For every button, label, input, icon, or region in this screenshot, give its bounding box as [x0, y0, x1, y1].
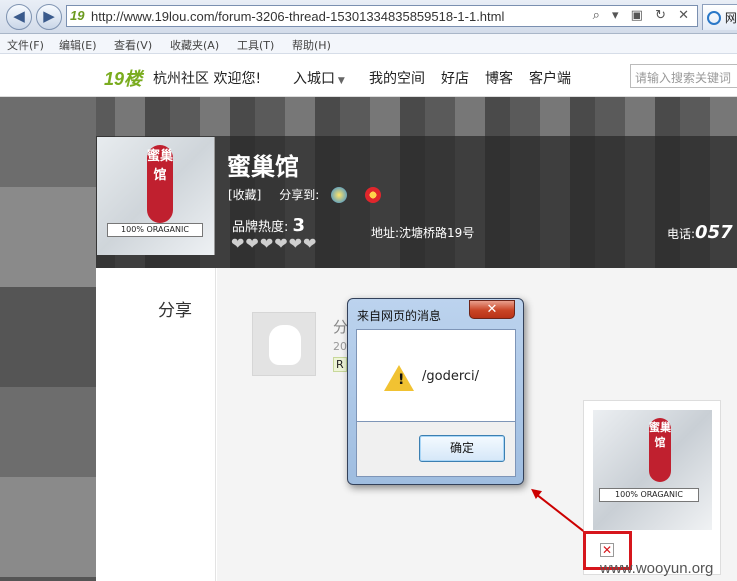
enter-city-label: 入城口: [293, 71, 335, 87]
alert-dialog: 来自网页的消息 ✕ ! /goderci/ 确定: [347, 298, 524, 485]
site-nav: 19楼 杭州社区 欢迎您! 入城口 ▼ 我的空间 好店 博客 客户端 请输入搜索…: [0, 55, 737, 97]
browser-tab[interactable]: 网: [702, 4, 737, 30]
site-search-input[interactable]: 请输入搜索关键词: [630, 64, 737, 88]
menu-tools[interactable]: 工具(T): [237, 37, 274, 53]
close-button[interactable]: ✕: [469, 300, 515, 319]
nav-client[interactable]: 客户端: [529, 68, 571, 88]
default-avatar-icon: [269, 325, 301, 365]
welcome-text: 杭州社区 欢迎您!: [153, 71, 262, 87]
site-favicon-icon: 19: [70, 8, 85, 23]
shop-photo[interactable]: 蜜巢馆 100% ORAGANIC: [593, 410, 712, 530]
url-text[interactable]: http://www.19lou.com/forum-3206-thread-1…: [91, 9, 504, 24]
nav-my-space[interactable]: 我的空间: [369, 68, 425, 88]
post-title[interactable]: 分: [333, 316, 348, 337]
dialog-title: 来自网页的消息: [357, 309, 442, 323]
tab-title: 网: [724, 11, 737, 25]
brand-heat: 品牌热度: 3: [232, 215, 305, 236]
address-bar: ◀ ▶ 19 http://www.19lou.com/forum-3206-t…: [0, 0, 737, 34]
heat-label: 品牌热度:: [232, 220, 289, 235]
ie-icon: [707, 11, 721, 25]
url-action-icons[interactable]: ⌕ ▾ ▣ ↻ ✕: [593, 8, 693, 23]
forward-arrow-icon[interactable]: ▶: [36, 4, 62, 30]
shop-logo-band: 100% ORAGANIC: [107, 223, 203, 237]
favorite-link[interactable]: [收藏]: [228, 188, 261, 202]
share-column: [96, 268, 216, 581]
photo-seal: 蜜巢馆: [649, 418, 671, 482]
qzone-share-icon[interactable]: [331, 187, 348, 203]
url-input[interactable]: 19 http://www.19lou.com/forum-3206-threa…: [66, 5, 698, 27]
site-logo[interactable]: 19楼: [104, 65, 142, 91]
share-to-label: 分享到:: [279, 188, 320, 202]
dialog-footer: 确定: [356, 422, 516, 477]
nav-good-shops[interactable]: 好店: [441, 68, 469, 88]
warning-mark: !: [398, 372, 405, 388]
banner-left-strip: [0, 97, 96, 581]
heat-value: 3: [292, 215, 306, 236]
post-tag: R: [333, 357, 347, 372]
dialog-body: ! /goderci/: [356, 329, 516, 422]
avatar[interactable]: [252, 312, 316, 376]
nav-blog[interactable]: 博客: [485, 68, 513, 88]
section-title: 分享: [158, 301, 192, 321]
back-arrow-icon[interactable]: ◀: [6, 4, 32, 30]
dialog-message: /goderci/: [422, 369, 480, 384]
menu-edit[interactable]: 编辑(E): [59, 37, 97, 53]
phone-label: 电话:: [667, 227, 696, 241]
broken-image-icon: ✕: [600, 543, 614, 557]
weibo-share-icon[interactable]: [364, 187, 381, 203]
chevron-down-icon: ▼: [335, 76, 345, 86]
heart-rating-icon: ❤❤❤❤❤❤: [231, 234, 318, 253]
ok-button[interactable]: 确定: [419, 435, 505, 462]
shop-address: 地址:沈塘桥路19号: [371, 226, 475, 240]
shop-logo-image: 蜜巢馆 100% ORAGANIC: [97, 137, 215, 255]
menu-favorites[interactable]: 收藏夹(A): [170, 37, 219, 53]
post-date: 20: [333, 340, 347, 353]
shop-actions: [收藏] 分享到:: [228, 186, 381, 203]
watermark: www.wooyun.org: [600, 560, 714, 577]
menu-bar: 文件(F) 编辑(E) 查看(V) 收藏夹(A) 工具(T) 帮助(H): [0, 34, 737, 54]
shop-name: 蜜巢馆: [227, 153, 299, 181]
menu-view[interactable]: 查看(V): [114, 37, 152, 53]
menu-help[interactable]: 帮助(H): [292, 37, 331, 53]
shop-phone: 电话:057: [667, 222, 733, 243]
phone-value: 057: [695, 222, 733, 243]
enter-city-menu[interactable]: 入城口 ▼: [293, 68, 345, 88]
photo-band: 100% ORAGANIC: [599, 488, 699, 502]
shop-logo-seal: 蜜巢馆: [147, 145, 173, 223]
menu-file[interactable]: 文件(F): [7, 37, 44, 53]
